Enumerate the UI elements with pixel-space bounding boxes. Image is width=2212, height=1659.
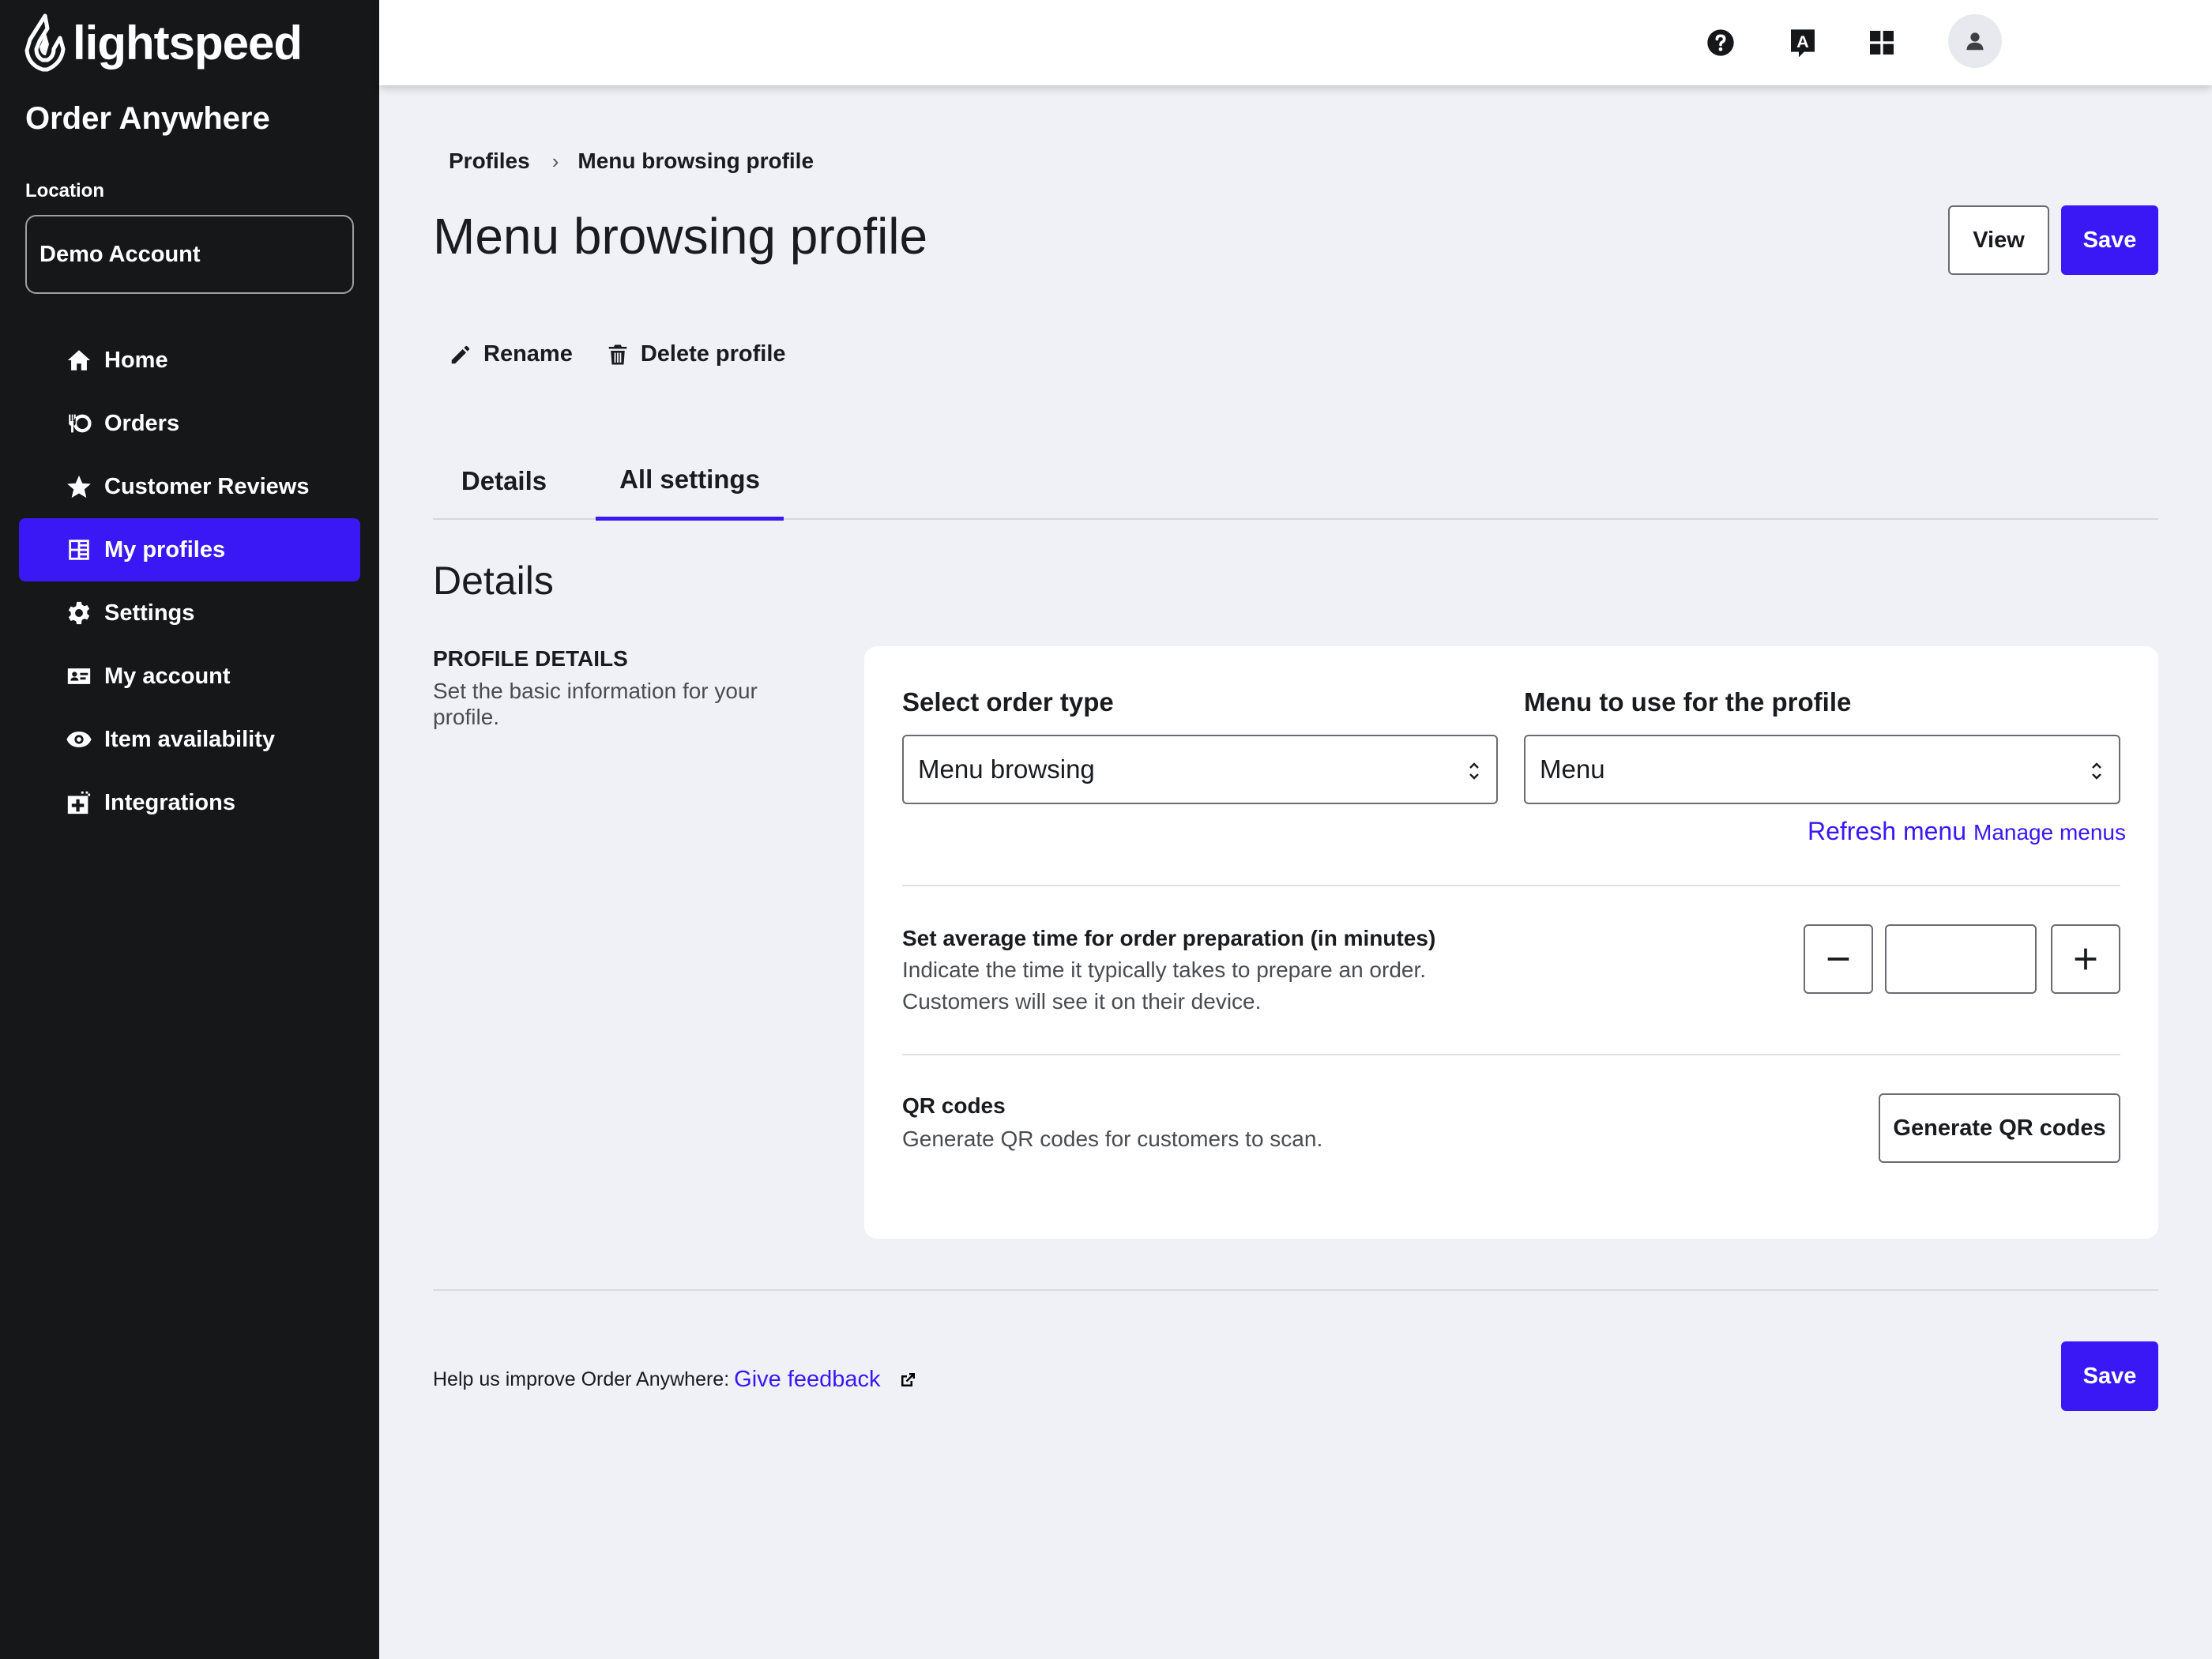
sidebar-item-customer-reviews[interactable]: Customer Reviews [19,455,360,518]
feedback-bar: Help us improve Order Anywhere: Give fee… [433,1367,917,1393]
pencil-icon [451,345,470,363]
orders-icon [65,409,93,438]
sidebar-item-orders[interactable]: Orders [19,392,360,455]
sidebar-item-home[interactable]: Home [19,329,360,392]
divider [902,885,2120,886]
manage-menus-link[interactable]: Manage menus [1973,820,2126,845]
location-label: Location [25,180,104,201]
generate-qr-codes-button[interactable]: Generate QR codes [1879,1093,2120,1163]
sidebar-item-label: Orders [104,410,180,436]
logo-wordmark: lightspeed [73,16,303,70]
profile-details-description: Set the basic information for your profi… [433,679,758,729]
trash-icon [608,344,627,364]
sidebar: lightspeed Order Anywhere Location Demo … [0,0,379,1659]
tab-label: All settings [619,465,760,494]
order-type-value: Menu browsing [918,754,1095,784]
star-icon [65,472,93,501]
sidebar-nav: Home Orders Customer Reviews My profiles… [19,329,360,834]
minus-icon [1827,957,1849,961]
order-type-select[interactable]: Menu browsing [902,735,1498,804]
tab-all-settings[interactable]: All settings [596,442,784,521]
sidebar-item-settings[interactable]: Settings [19,581,360,645]
eye-icon [65,725,93,754]
external-link-icon[interactable] [898,1371,917,1390]
delete-profile-button[interactable]: Delete profile [606,341,786,367]
language-glyph: A [1796,32,1809,51]
location-value: Demo Account [40,241,201,267]
feedback-prefix: Help us improve Order Anywhere: [433,1368,730,1390]
home-icon [65,346,93,374]
apps-grid-icon[interactable] [1863,24,1901,62]
profile-details-card: Select order type Menu browsing Menu to … [864,646,2158,1239]
qr-codes-title: QR codes [902,1093,1006,1118]
prep-time-description-line-2: Customers will see it on their device. [902,989,1262,1014]
app-title: Order Anywhere [25,101,270,136]
chevron-right-icon: › [551,149,559,173]
refresh-menu-link[interactable]: Refresh menu [1808,817,1966,846]
section-title: Details [433,559,554,603]
sidebar-item-item-availability[interactable]: Item availability [19,708,360,771]
profile-actions: Rename Delete profile [449,341,819,367]
prep-time-description-line-1: Indicate the time it typically takes to … [902,957,1427,982]
divider [902,1054,2120,1055]
sidebar-item-label: Item availability [104,726,275,752]
profiles-icon [65,536,93,564]
integrations-icon [65,788,93,817]
profile-details-heading: PROFILE DETAILS [433,646,628,671]
gear-icon [65,599,93,627]
qr-codes-description: Generate QR codes for customers to scan. [902,1127,1323,1151]
breadcrumb-current: Menu browsing profile [577,149,814,173]
menu-value: Menu [1540,754,1605,784]
increment-button[interactable] [2051,924,2120,994]
tab-bar: Details All settings [433,442,2158,521]
tab-label: Details [461,466,547,495]
delete-label: Delete profile [640,341,786,367]
sidebar-item-my-profiles[interactable]: My profiles [19,518,360,581]
footer-save-button[interactable]: Save [2061,1341,2158,1411]
breadcrumb-parent-link[interactable]: Profiles [449,149,530,174]
plus-icon [2075,948,2097,970]
sidebar-item-label: Settings [104,600,195,626]
menu-select[interactable]: Menu [1524,735,2120,804]
lightspeed-logo[interactable]: lightspeed [24,13,303,73]
top-bar: A [379,0,2212,85]
prep-time-input[interactable] [1885,924,2037,994]
sidebar-item-integrations[interactable]: Integrations [19,771,360,834]
prep-time-title: Set average time for order preparation (… [902,926,1436,950]
sidebar-item-label: Integrations [104,789,235,815]
select-chevron-icon [2092,762,2101,780]
footer-divider [433,1289,2158,1291]
page-title: Menu browsing profile [433,208,928,265]
account-card-icon [65,662,93,690]
flame-logo-icon [24,13,66,72]
help-icon[interactable] [1702,24,1740,62]
order-type-label: Select order type [902,687,1114,717]
location-selector[interactable]: Demo Account [25,215,354,294]
save-button[interactable]: Save [2061,205,2158,275]
decrement-button[interactable] [1804,924,1873,994]
tab-details[interactable]: Details [441,442,567,520]
breadcrumb: Profiles › Menu browsing profile [449,149,814,174]
language-icon[interactable]: A [1784,24,1822,62]
sidebar-item-label: Home [104,347,168,373]
sidebar-item-label: Customer Reviews [104,473,310,499]
rename-button[interactable]: Rename [449,341,573,367]
select-chevron-icon [1469,762,1479,780]
user-avatar-icon[interactable] [1948,14,2002,68]
give-feedback-link[interactable]: Give feedback [734,1367,880,1393]
sidebar-item-label: My account [104,663,231,689]
menu-label: Menu to use for the profile [1524,687,1852,717]
sidebar-item-my-account[interactable]: My account [19,645,360,708]
view-button[interactable]: View [1948,205,2049,275]
sidebar-item-label: My profiles [104,536,226,562]
rename-label: Rename [483,341,573,367]
